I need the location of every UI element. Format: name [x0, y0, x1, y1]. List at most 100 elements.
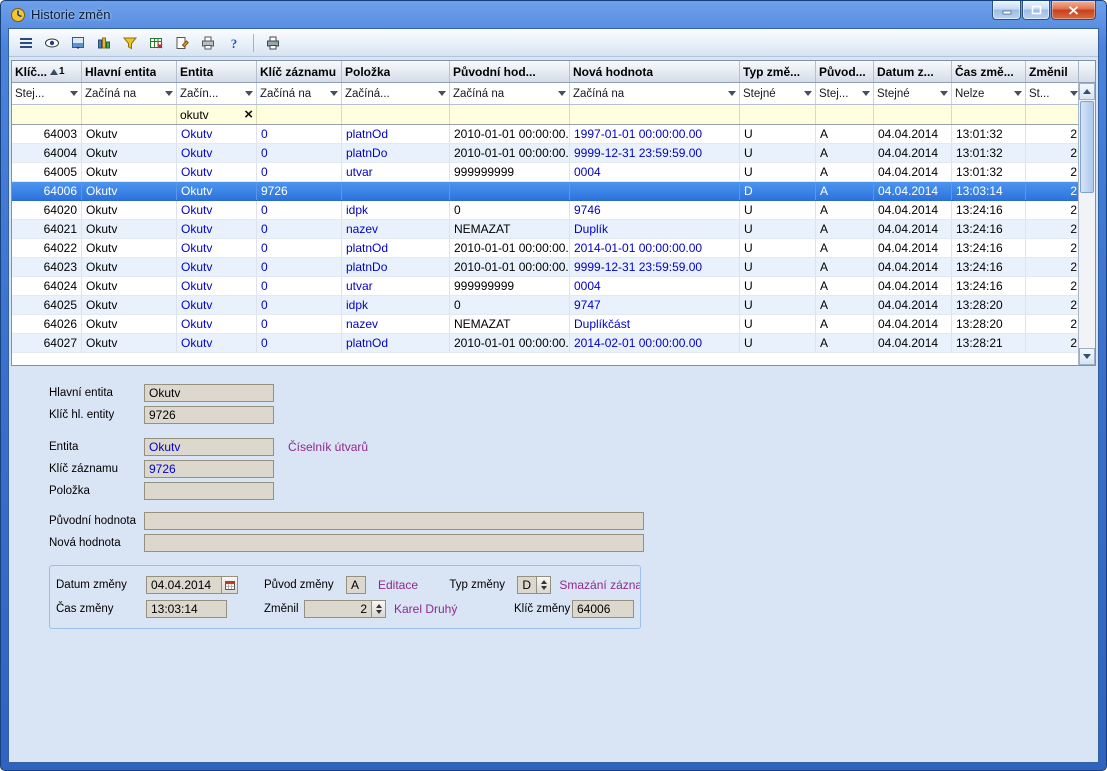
entita-reference-link[interactable]: Číselník útvarů: [288, 440, 368, 454]
grid-cell[interactable]: 2: [1026, 258, 1078, 276]
grid-cell[interactable]: 13:28:21: [952, 334, 1026, 352]
grid-cell[interactable]: 64021: [12, 220, 82, 238]
grid-row[interactable]: 64025OkutvOkutv0idpk09747UA04.04.201413:…: [12, 296, 1078, 315]
grid-cell[interactable]: 0: [257, 125, 342, 143]
zmenil-field[interactable]: 2: [304, 600, 372, 618]
filter-operator-dropdown-2[interactable]: Začíná na: [82, 83, 177, 104]
grid-cell[interactable]: 0: [257, 334, 342, 352]
grid-cell[interactable]: 2010-01-01 00:00:00.00: [450, 258, 570, 276]
columns-button[interactable]: [92, 32, 116, 54]
grid-cell[interactable]: 64026: [12, 315, 82, 333]
grid-cell[interactable]: 9999-12-31 23:59:59.00: [570, 258, 740, 276]
grid-row[interactable]: 64023OkutvOkutv0platnDo2010-01-01 00:00:…: [12, 258, 1078, 277]
grid-cell[interactable]: 0: [257, 258, 342, 276]
column-header-6[interactable]: Původní hod...: [450, 61, 570, 82]
grid-cell[interactable]: Okutv: [177, 296, 257, 314]
help-button[interactable]: ?: [222, 32, 246, 54]
filter-value-cell-11[interactable]: [952, 105, 1026, 124]
edit-button[interactable]: [170, 32, 194, 54]
grid-cell[interactable]: nazev: [342, 315, 450, 333]
close-button[interactable]: [1051, 1, 1096, 20]
grid-cell[interactable]: U: [740, 258, 816, 276]
clear-filter-icon[interactable]: [244, 107, 253, 122]
grid-cell[interactable]: 0: [257, 163, 342, 181]
column-header-12[interactable]: Změnil: [1026, 61, 1078, 82]
table-export-button[interactable]: [144, 32, 168, 54]
grid-cell[interactable]: 0004: [570, 277, 740, 295]
filter-value-cell-3[interactable]: okutv: [177, 105, 257, 124]
grid-cell[interactable]: Okutv: [177, 334, 257, 352]
grid-cell[interactable]: 64006: [12, 182, 82, 200]
grid-cell[interactable]: 13:24:16: [952, 239, 1026, 257]
filter-operator-dropdown-5[interactable]: Začíná...: [342, 83, 450, 104]
grid-cell[interactable]: A: [816, 125, 874, 143]
column-header-7[interactable]: Nová hodnota: [570, 61, 740, 82]
grid-cell[interactable]: 13:28:20: [952, 296, 1026, 314]
print-preview-button[interactable]: [196, 32, 220, 54]
grid-cell[interactable]: 64022: [12, 239, 82, 257]
grid-cell[interactable]: [570, 182, 740, 200]
grid-cell[interactable]: 2: [1026, 277, 1078, 295]
grid-cell[interactable]: platnOd: [342, 334, 450, 352]
grid-cell[interactable]: A: [816, 315, 874, 333]
klic-zmeny-field[interactable]: 64006: [572, 600, 634, 618]
filter-button[interactable]: [118, 32, 142, 54]
grid-cell[interactable]: 2: [1026, 220, 1078, 238]
grid-cell[interactable]: 999999999: [450, 277, 570, 295]
grid-cell[interactable]: U: [740, 277, 816, 295]
grid-cell[interactable]: A: [816, 296, 874, 314]
puvodni-hodnota-field[interactable]: [144, 512, 644, 530]
grid-cell[interactable]: Okutv: [82, 296, 177, 314]
column-header-1[interactable]: Klíč...1: [12, 61, 82, 82]
grid-cell[interactable]: [342, 182, 450, 200]
filter-operator-dropdown-3[interactable]: Začín...: [177, 83, 257, 104]
grid-cell[interactable]: 04.04.2014: [874, 144, 952, 162]
grid-cell[interactable]: 2010-01-01 00:00:00.00: [450, 144, 570, 162]
grid-cell[interactable]: 2: [1026, 125, 1078, 143]
filter-operator-dropdown-9[interactable]: Stej...: [816, 83, 874, 104]
panel-toggle-button[interactable]: [66, 32, 90, 54]
grid-cell[interactable]: Okutv: [82, 182, 177, 200]
grid-cell[interactable]: Duplík: [570, 220, 740, 238]
grid-cell[interactable]: 0: [257, 296, 342, 314]
grid-cell[interactable]: 64020: [12, 201, 82, 219]
grid-cell[interactable]: 999999999: [450, 163, 570, 181]
column-header-9[interactable]: Původ...: [816, 61, 874, 82]
grid-cell[interactable]: 9747: [570, 296, 740, 314]
maximize-button[interactable]: [1022, 1, 1050, 20]
grid-cell[interactable]: 2010-01-01 00:00:00.00: [450, 125, 570, 143]
grid-cell[interactable]: Okutv: [177, 315, 257, 333]
grid-cell[interactable]: A: [816, 144, 874, 162]
scrollbar-thumb[interactable]: [1080, 101, 1094, 193]
grid-cell[interactable]: U: [740, 239, 816, 257]
grid-cell[interactable]: platnOd: [342, 125, 450, 143]
grid-cell[interactable]: 64004: [12, 144, 82, 162]
grid-cell[interactable]: 2: [1026, 296, 1078, 314]
grid-cell[interactable]: 2: [1026, 239, 1078, 257]
grid-cell[interactable]: U: [740, 125, 816, 143]
filter-value-cell-12[interactable]: [1026, 105, 1078, 124]
grid-cell[interactable]: A: [816, 258, 874, 276]
grid-cell[interactable]: 2: [1026, 163, 1078, 181]
grid-cell[interactable]: 0: [257, 315, 342, 333]
grid-cell[interactable]: U: [740, 201, 816, 219]
grid-cell[interactable]: U: [740, 163, 816, 181]
grid-cell[interactable]: Okutv: [177, 163, 257, 181]
grid-cell[interactable]: Duplíkčást: [570, 315, 740, 333]
grid-cell[interactable]: utvar: [342, 163, 450, 181]
grid-cell[interactable]: Okutv: [177, 144, 257, 162]
grid-cell[interactable]: [450, 182, 570, 200]
filter-operator-dropdown-12[interactable]: St...: [1026, 83, 1078, 104]
grid-cell[interactable]: U: [740, 334, 816, 352]
grid-cell[interactable]: Okutv: [177, 277, 257, 295]
grid-row[interactable]: 64022OkutvOkutv0platnOd2010-01-01 00:00:…: [12, 239, 1078, 258]
grid-cell[interactable]: utvar: [342, 277, 450, 295]
grid-cell[interactable]: 0004: [570, 163, 740, 181]
scroll-down-button[interactable]: [1079, 348, 1095, 365]
grid-cell[interactable]: Okutv: [82, 277, 177, 295]
grid-cell[interactable]: 2: [1026, 182, 1078, 200]
grid-cell[interactable]: Okutv: [177, 239, 257, 257]
grid-cell[interactable]: Okutv: [177, 125, 257, 143]
grid-cell[interactable]: idpk: [342, 296, 450, 314]
filter-value-cell-5[interactable]: [342, 105, 450, 124]
